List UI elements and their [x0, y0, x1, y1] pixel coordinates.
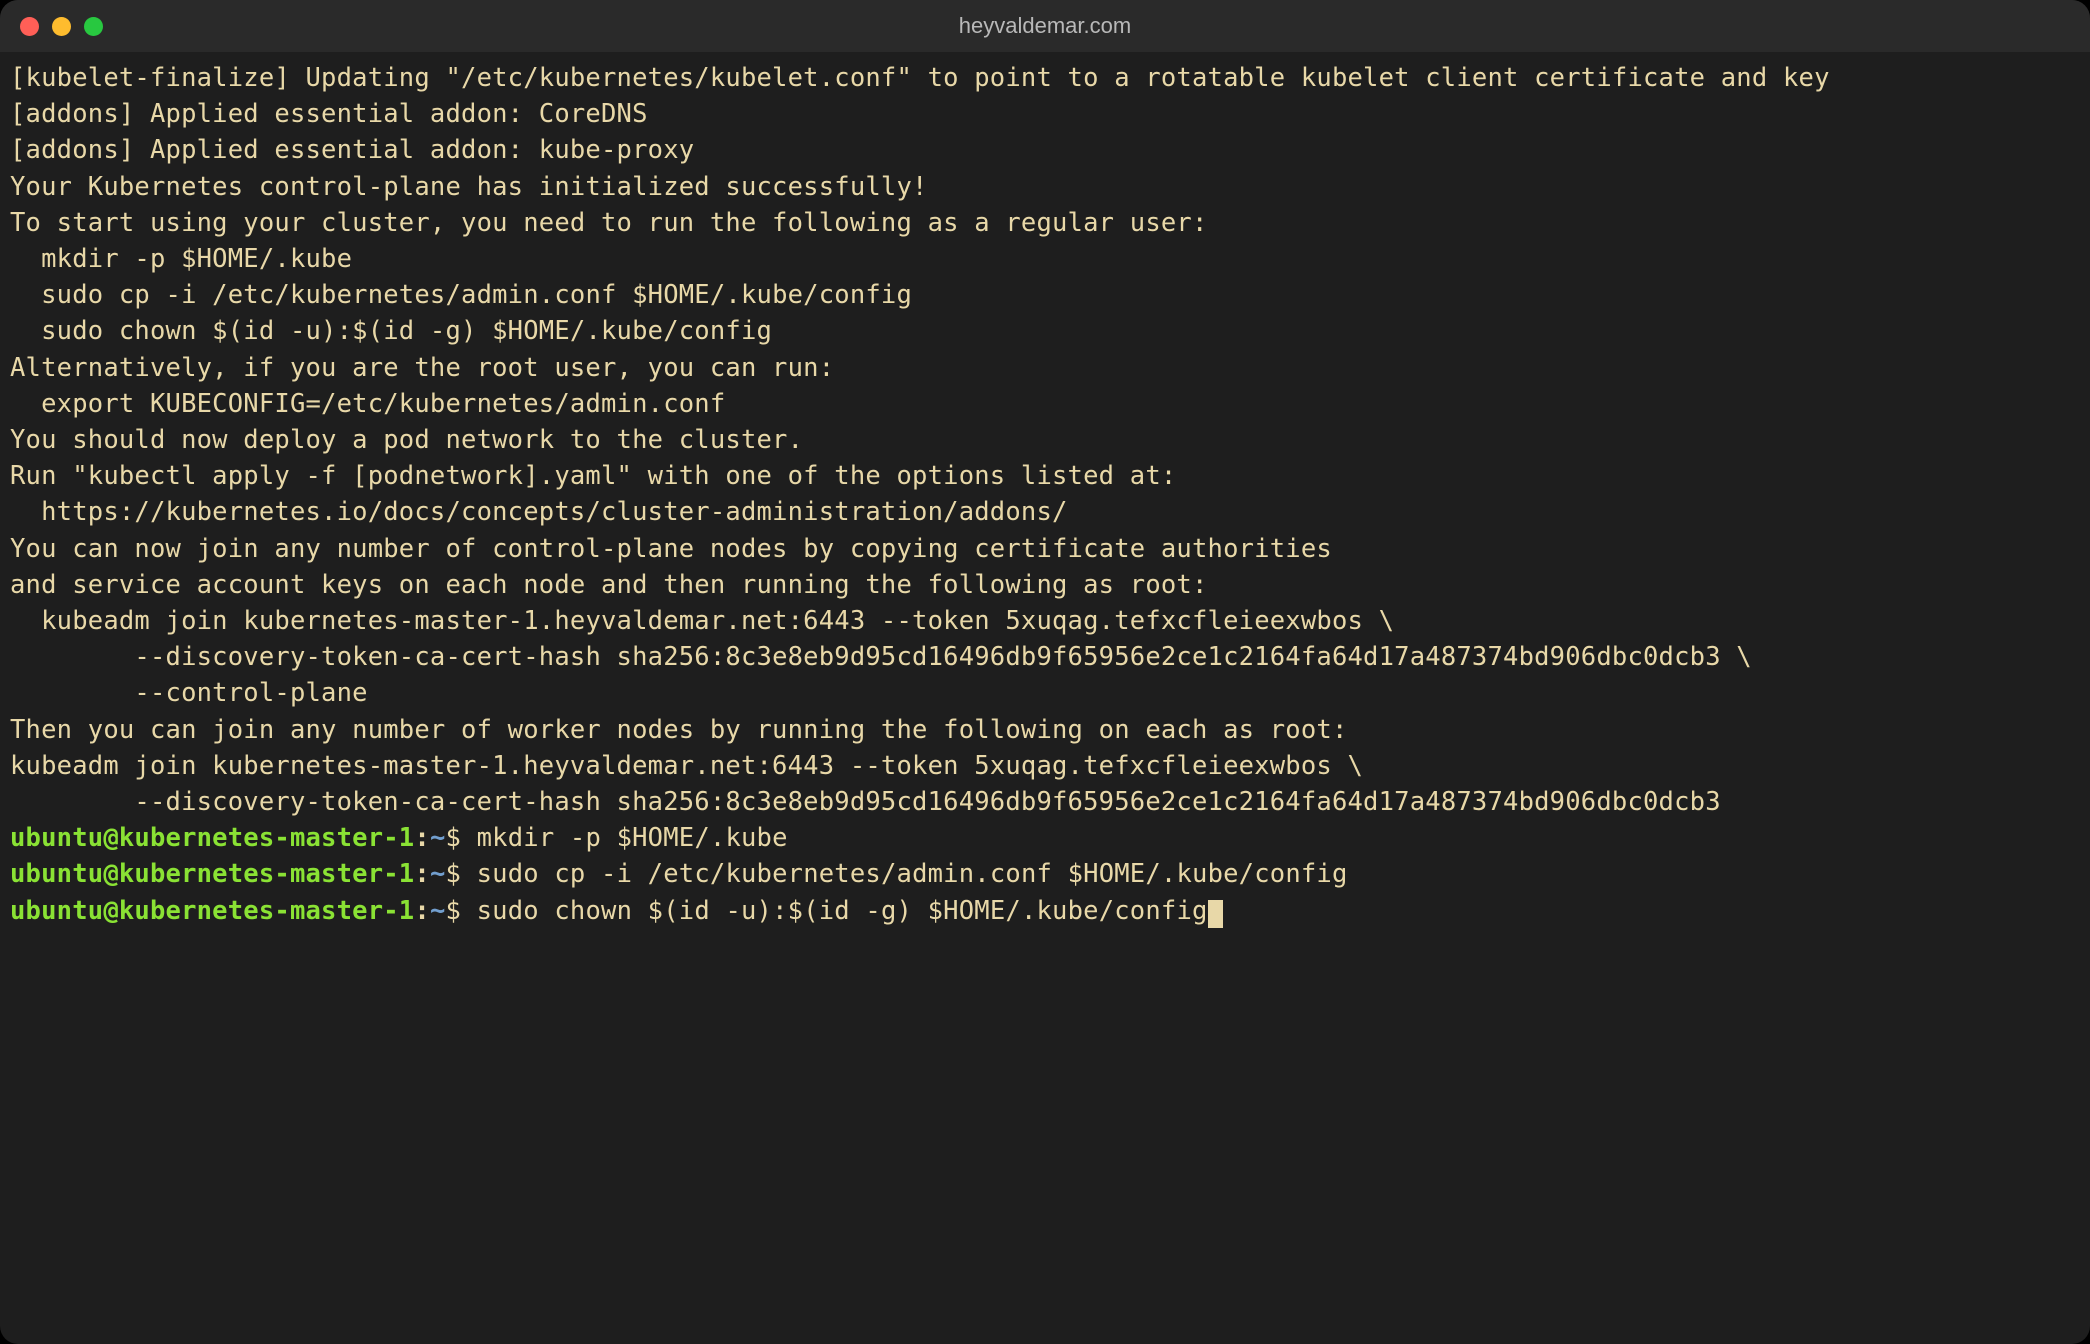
- output-line: Alternatively, if you are the root user,…: [10, 350, 2080, 386]
- prompt-user: ubuntu@kubernetes-master-1: [10, 859, 414, 889]
- output-line: --discovery-token-ca-cert-hash sha256:8c…: [10, 639, 2080, 675]
- output-line: [kubelet-finalize] Updating "/etc/kubern…: [10, 60, 2080, 96]
- output-line: mkdir -p $HOME/.kube: [10, 241, 2080, 277]
- cursor-icon: [1208, 900, 1223, 928]
- terminal-window: heyvaldemar.com [kubelet-finalize] Updat…: [0, 0, 2090, 1344]
- prompt-colon: :: [414, 823, 430, 853]
- command-input[interactable]: sudo chown $(id -u):$(id -g) $HOME/.kube…: [477, 896, 1208, 926]
- prompt-path: ~: [430, 859, 446, 889]
- prompt-line: ubuntu@kubernetes-master-1:~$ mkdir -p $…: [10, 820, 2080, 856]
- output-line: [addons] Applied essential addon: kube-p…: [10, 132, 2080, 168]
- titlebar[interactable]: heyvaldemar.com: [0, 0, 2090, 52]
- output-line: --control-plane: [10, 675, 2080, 711]
- output-line: https://kubernetes.io/docs/concepts/clus…: [10, 494, 2080, 530]
- output-line: --discovery-token-ca-cert-hash sha256:8c…: [10, 784, 2080, 820]
- traffic-lights: [20, 17, 103, 36]
- prompt-colon: :: [414, 859, 430, 889]
- prompt-path: ~: [430, 823, 446, 853]
- output-line: Then you can join any number of worker n…: [10, 712, 2080, 748]
- prompt-dollar: $: [446, 859, 477, 889]
- output-line: export KUBECONFIG=/etc/kubernetes/admin.…: [10, 386, 2080, 422]
- output-line: Your Kubernetes control-plane has initia…: [10, 169, 2080, 205]
- prompt-user: ubuntu@kubernetes-master-1: [10, 823, 414, 853]
- window-title: heyvaldemar.com: [959, 13, 1131, 39]
- output-line: Run "kubectl apply -f [podnetwork].yaml"…: [10, 458, 2080, 494]
- close-icon[interactable]: [20, 17, 39, 36]
- output-line: To start using your cluster, you need to…: [10, 205, 2080, 241]
- command-text: sudo cp -i /etc/kubernetes/admin.conf $H…: [477, 859, 1348, 889]
- prompt-path: ~: [430, 896, 446, 926]
- maximize-icon[interactable]: [84, 17, 103, 36]
- output-line: kubeadm join kubernetes-master-1.heyvald…: [10, 603, 2080, 639]
- prompt-line[interactable]: ubuntu@kubernetes-master-1:~$ sudo chown…: [10, 893, 2080, 929]
- output-line: and service account keys on each node an…: [10, 567, 2080, 603]
- output-line: You can now join any number of control-p…: [10, 531, 2080, 567]
- output-line: sudo cp -i /etc/kubernetes/admin.conf $H…: [10, 277, 2080, 313]
- output-line: You should now deploy a pod network to t…: [10, 422, 2080, 458]
- prompt-colon: :: [414, 896, 430, 926]
- prompt-user: ubuntu@kubernetes-master-1: [10, 896, 414, 926]
- output-line: kubeadm join kubernetes-master-1.heyvald…: [10, 748, 2080, 784]
- prompt-dollar: $: [446, 896, 477, 926]
- output-line: sudo chown $(id -u):$(id -g) $HOME/.kube…: [10, 313, 2080, 349]
- terminal-body[interactable]: [kubelet-finalize] Updating "/etc/kubern…: [0, 52, 2090, 1344]
- output-line: [addons] Applied essential addon: CoreDN…: [10, 96, 2080, 132]
- minimize-icon[interactable]: [52, 17, 71, 36]
- command-text: mkdir -p $HOME/.kube: [477, 823, 788, 853]
- prompt-line: ubuntu@kubernetes-master-1:~$ sudo cp -i…: [10, 856, 2080, 892]
- prompt-dollar: $: [446, 823, 477, 853]
